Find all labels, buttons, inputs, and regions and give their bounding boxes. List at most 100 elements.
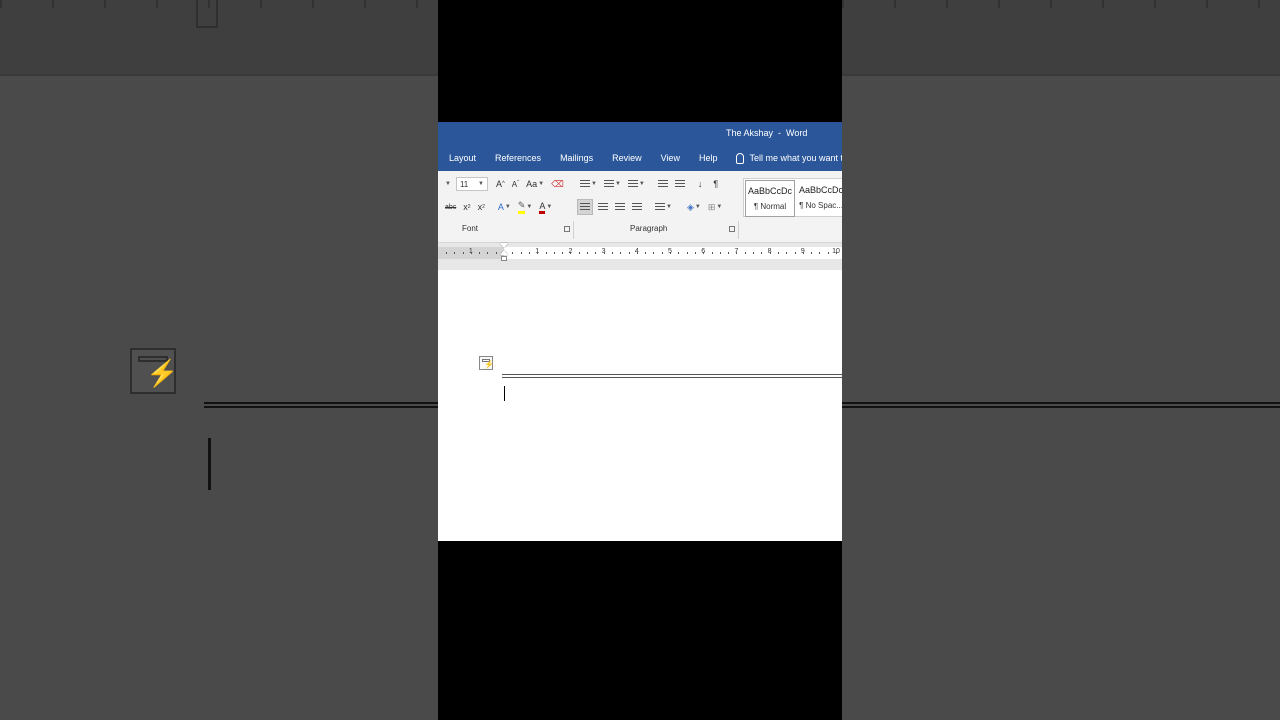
ribbon: ▼ 11 ▼ A ^ Aˇ Aa ▼ ⌫ abc x2 x2 A ▼ ✎ ▼ A ▼ ▼ … [438, 171, 842, 243]
align-center-button[interactable] [596, 199, 610, 215]
grow-font-button[interactable]: A ^ [494, 176, 507, 192]
ruler-tick [719, 252, 721, 254]
multilevel-list-button[interactable]: ▼ [626, 176, 647, 192]
ruler-tick [636, 252, 638, 254]
font-name-dropdown-icon[interactable]: ▼ [445, 181, 451, 187]
ruler-tick [686, 252, 688, 254]
tell-me-search[interactable]: Tell me what you want to [736, 152, 842, 164]
ruler-tick [462, 252, 464, 254]
background-ruler-marks [0, 0, 438, 8]
tab-help[interactable]: Help [699, 153, 718, 163]
tab-references[interactable]: References [495, 153, 541, 163]
ruler-tick [836, 252, 837, 254]
tell-me-label: Tell me what you want to [749, 153, 842, 163]
line-spacing-icon [655, 202, 665, 212]
chevron-down-icon: ▼ [478, 181, 484, 187]
ruler-tick [827, 252, 829, 254]
clear-formatting-icon[interactable]: ⌫ [549, 176, 566, 192]
subscript-button[interactable]: x2 [461, 199, 472, 215]
ruler-tick [528, 252, 530, 254]
font-size-value: 11 [459, 179, 469, 189]
background-text-cursor [208, 438, 211, 490]
highlight-color-button[interactable]: ✎ ▼ [516, 199, 535, 215]
align-right-button[interactable] [613, 199, 627, 215]
lightbulb-icon [736, 152, 745, 164]
word-window: The Akshay - Word Layout References Mail… [438, 122, 842, 541]
font-size-input[interactable]: 11 ▼ [455, 177, 488, 191]
document-page[interactable]: ⚡ [438, 270, 842, 541]
increase-indent-button[interactable] [673, 176, 687, 192]
strikethrough-button[interactable]: abc [443, 199, 458, 215]
multilevel-list-icon [627, 179, 638, 189]
background-placeholder-icon: ⚡ [130, 348, 178, 394]
ruler-tick [786, 252, 788, 254]
font-dialog-launcher-icon[interactable] [564, 226, 570, 232]
ribbon-tabs: Layout References Mailings Review View H… [438, 145, 842, 171]
hanging-indent-handle [500, 250, 508, 255]
ruler-tick [678, 252, 680, 254]
paragraph-group-label: Paragraph [630, 224, 668, 233]
show-formatting-button[interactable]: ¶ [711, 176, 720, 192]
ruler-tick [777, 252, 779, 254]
tab-layout[interactable]: Layout [449, 153, 476, 163]
ruler-tick [819, 252, 821, 254]
ruler-tick [744, 252, 746, 254]
image-placeholder-icon[interactable]: ⚡ [479, 356, 494, 370]
paint-bucket-icon: ◈ [686, 201, 694, 212]
ruler-tick [645, 252, 647, 254]
align-center-icon [598, 202, 608, 212]
group-separator [573, 221, 574, 239]
ruler-tick [711, 252, 713, 254]
ruler-tick [769, 252, 771, 254]
borders-button[interactable]: ⊞ ▼ [706, 199, 725, 215]
ruler-tick [794, 252, 796, 254]
styles-gallery: AaBbCcDc ¶ Normal AaBbCcDc ¶ No Spac... [743, 178, 842, 217]
sort-button[interactable]: ↓ [696, 176, 705, 192]
ruler-area: 112345678910 [438, 243, 842, 272]
style-name: ¶ No Spac... [799, 201, 842, 210]
justify-button[interactable] [630, 199, 644, 215]
ruler-tick [445, 252, 447, 254]
background-ruler-marks [842, 0, 1280, 8]
ruler-tick [736, 252, 738, 254]
align-left-button[interactable] [577, 199, 593, 215]
background-indent-marker [196, 0, 218, 28]
ruler-tick [562, 252, 564, 254]
group-separator [738, 221, 739, 239]
change-case-button[interactable]: Aa ▼ [524, 176, 546, 192]
horizontal-ruler[interactable]: 112345678910 [438, 247, 842, 259]
font-color-button[interactable]: A ▼ [537, 199, 554, 215]
title-bar: The Akshay - Word [438, 122, 842, 145]
shading-button[interactable]: ◈ ▼ [685, 199, 703, 215]
ruler-tick [653, 252, 655, 254]
ruler-tick [753, 252, 754, 254]
ruler-tick [512, 252, 514, 254]
ruler-tick [802, 252, 804, 254]
numbering-button[interactable]: ▼ [602, 176, 623, 192]
ruler-tick [670, 252, 671, 254]
line-spacing-button[interactable]: ▼ [653, 199, 674, 215]
bullets-button[interactable]: ▼ [578, 176, 599, 192]
paragraph-dialog-launcher-icon[interactable] [729, 226, 735, 232]
tab-mailings[interactable]: Mailings [560, 153, 593, 163]
ruler-tick [495, 252, 497, 254]
shrink-font-button[interactable]: Aˇ [510, 176, 521, 192]
style-preview: AaBbCcDc [799, 185, 842, 195]
highlighter-icon: ✎ [517, 200, 526, 214]
style-name: ¶ Normal [753, 202, 787, 211]
ruler-tick [611, 252, 613, 254]
ruler-tick [728, 252, 730, 254]
style-no-spacing[interactable]: AaBbCcDc ¶ No Spac... [796, 179, 842, 216]
font-group-label: Font [462, 224, 479, 233]
tab-view[interactable]: View [661, 153, 680, 163]
text-effects-button[interactable]: A ▼ [496, 199, 513, 215]
ruler-tick [661, 252, 663, 254]
tab-review[interactable]: Review [612, 153, 642, 163]
style-normal[interactable]: AaBbCcDc ¶ Normal [745, 180, 796, 217]
superscript-button[interactable]: x2 [476, 199, 487, 215]
pilcrow-icon: ¶ [713, 179, 719, 189]
indent-marker[interactable] [500, 243, 508, 265]
ruler-tick [570, 252, 572, 254]
background-horizontal-rule [204, 402, 438, 408]
decrease-indent-button[interactable] [656, 176, 670, 192]
